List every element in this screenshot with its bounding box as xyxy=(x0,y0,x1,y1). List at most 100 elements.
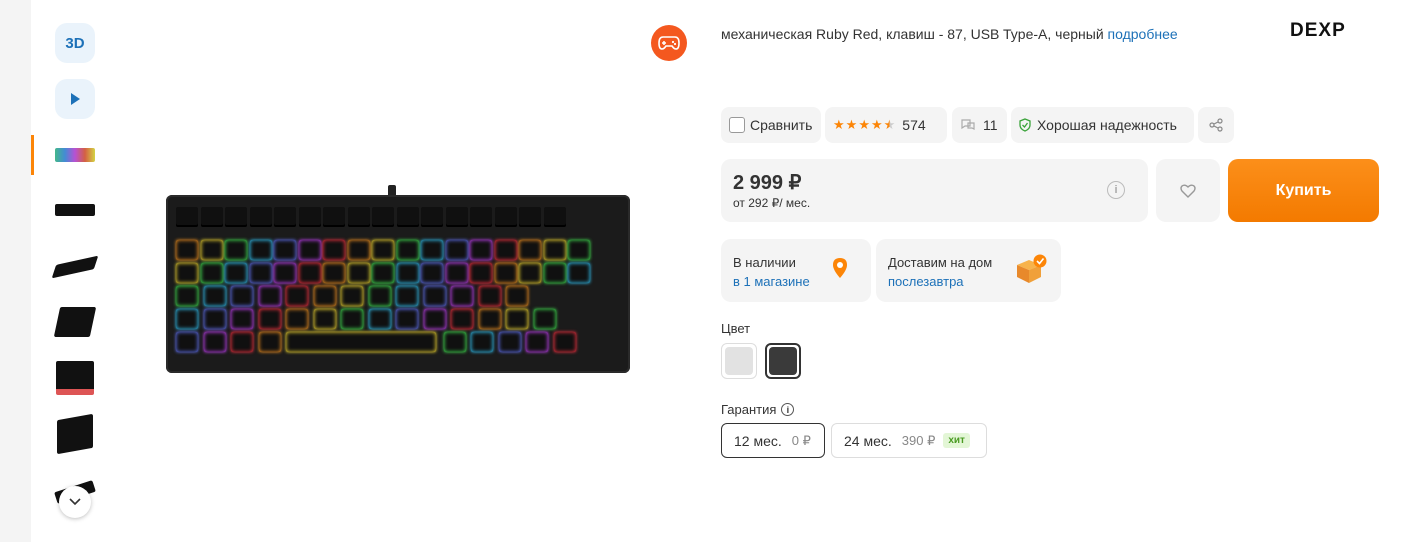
keyboard-key xyxy=(445,207,468,227)
keyboard-key xyxy=(347,240,370,260)
keyboard-key xyxy=(341,286,363,306)
keyboard-key xyxy=(543,207,566,227)
keyboard-key xyxy=(200,207,223,227)
star-icon: ★ xyxy=(833,117,845,132)
star-icon: ★ xyxy=(845,117,858,132)
keyboard-key xyxy=(298,207,321,227)
keyboard-key xyxy=(286,332,436,352)
thumbnail-2[interactable] xyxy=(55,190,95,230)
keyboard-key xyxy=(203,286,226,306)
product-main-image[interactable] xyxy=(166,185,630,373)
keyboard-key xyxy=(298,263,321,283)
credit-price[interactable]: от 292 ₽/ мес. xyxy=(733,196,810,210)
keyboard-key xyxy=(494,207,517,227)
product-title-text: механическая Ruby Red, клавиш - 87, USB … xyxy=(721,26,1104,42)
color-option-black[interactable] xyxy=(765,343,801,379)
product-title: механическая Ruby Red, клавиш - 87, USB … xyxy=(721,26,1178,42)
warranty-price: 390 ₽ xyxy=(901,432,936,448)
keyboard-key xyxy=(568,263,590,283)
rating-button[interactable]: ★ ★ ★ ★ ★ 574 xyxy=(825,107,947,143)
page-left-margin xyxy=(0,0,31,542)
keyboard-thumbnail-image xyxy=(51,255,99,279)
share-button[interactable] xyxy=(1198,107,1234,143)
compare-checkbox[interactable] xyxy=(729,117,745,133)
keyboard-key xyxy=(494,240,517,260)
rating-stars: ★ ★ ★ ★ ★ xyxy=(833,117,896,133)
keyboard-key xyxy=(470,263,492,283)
keyboard-key xyxy=(231,332,253,352)
warranty-option-12[interactable]: 12 мес. 0 ₽ xyxy=(721,423,825,458)
color-swatch xyxy=(769,347,797,375)
keyboard-key xyxy=(176,309,198,329)
keyboard-key xyxy=(506,286,528,306)
keyboard-key xyxy=(176,263,198,283)
keyboard-thumbnail-image xyxy=(57,413,93,455)
star-icon: ★ xyxy=(870,117,883,132)
keyboard-key xyxy=(443,332,466,352)
brand-logo[interactable]: DEXP xyxy=(1290,20,1346,42)
keyboard-key xyxy=(543,240,566,260)
info-icon[interactable]: i xyxy=(781,403,795,416)
thumbnail-4[interactable] xyxy=(53,302,97,342)
add-to-wishlist-button[interactable] xyxy=(1156,159,1220,222)
keyboard-key xyxy=(225,263,247,283)
keyboard-key xyxy=(258,332,281,352)
keyboard-key xyxy=(258,309,281,329)
keyboard-key xyxy=(372,207,394,227)
reviews-count: 574 xyxy=(902,117,926,133)
thumbnails-scroll-down-button[interactable] xyxy=(59,486,91,518)
keyboard-key xyxy=(225,240,247,260)
gaming-badge[interactable] xyxy=(651,25,687,61)
keyboard-thumbnail-image xyxy=(55,148,95,162)
questions-button[interactable]: 11 xyxy=(952,107,1007,143)
buy-button[interactable]: Купить xyxy=(1228,159,1379,222)
warranty-option-24[interactable]: 24 мес. 390 ₽ хит xyxy=(831,423,987,458)
keyboard-key xyxy=(298,240,321,260)
warranty-term: 12 мес. xyxy=(734,432,782,449)
keyboard-key xyxy=(372,240,394,260)
keyboard-key xyxy=(200,240,223,260)
keyboard-key xyxy=(231,309,253,329)
warranty-label-text: Гарантия xyxy=(721,402,777,417)
view-3d-button[interactable]: 3D xyxy=(55,23,95,63)
reliability-label: Хорошая надежность xyxy=(1037,117,1177,133)
questions-count: 11 xyxy=(983,117,998,133)
keyboard-key xyxy=(286,309,308,329)
keyboard-key xyxy=(519,263,541,283)
stock-availability[interactable]: В наличии в 1 магазине xyxy=(721,239,871,302)
keyboard-key xyxy=(323,263,345,283)
compare-button[interactable]: Сравнить xyxy=(721,107,821,143)
thumbnail-5[interactable] xyxy=(55,358,95,398)
warranty-label: Гарантия i xyxy=(721,402,795,417)
keyboard-key xyxy=(498,332,521,352)
keyboard-key xyxy=(451,286,473,306)
keyboard-key xyxy=(203,309,226,329)
keyboard-key xyxy=(533,309,556,329)
thumbnail-3[interactable] xyxy=(51,247,99,287)
home-delivery[interactable]: Доставим на дом послезавтра xyxy=(876,239,1061,302)
keyboard-key xyxy=(396,309,418,329)
thumbnail-6[interactable] xyxy=(55,413,95,455)
info-icon[interactable]: i xyxy=(1107,181,1125,199)
reliability-button[interactable]: Хорошая надежность xyxy=(1011,107,1194,143)
keyboard-key xyxy=(347,207,370,227)
keyboard-key xyxy=(323,207,345,227)
keyboard-key xyxy=(176,332,198,352)
keyboard-key xyxy=(231,286,253,306)
map-pin-icon xyxy=(833,258,847,278)
half-star-icon: ★ xyxy=(883,117,896,132)
thumbnail-1[interactable] xyxy=(55,135,95,175)
play-video-button[interactable] xyxy=(55,79,95,119)
color-option-white[interactable] xyxy=(721,343,757,379)
keyboard-key xyxy=(526,332,548,352)
compare-label: Сравнить xyxy=(750,117,813,133)
keyboard-thumbnail-image xyxy=(53,307,97,337)
keyboard-key xyxy=(421,240,443,260)
keyboard-key xyxy=(249,263,272,283)
chat-bubbles-icon xyxy=(961,119,975,130)
gamepad-icon xyxy=(658,36,680,50)
keyboard-key xyxy=(274,263,296,283)
keyboard-key xyxy=(274,240,296,260)
chevron-down-icon xyxy=(69,498,81,506)
more-details-link[interactable]: подробнее xyxy=(1108,26,1178,42)
